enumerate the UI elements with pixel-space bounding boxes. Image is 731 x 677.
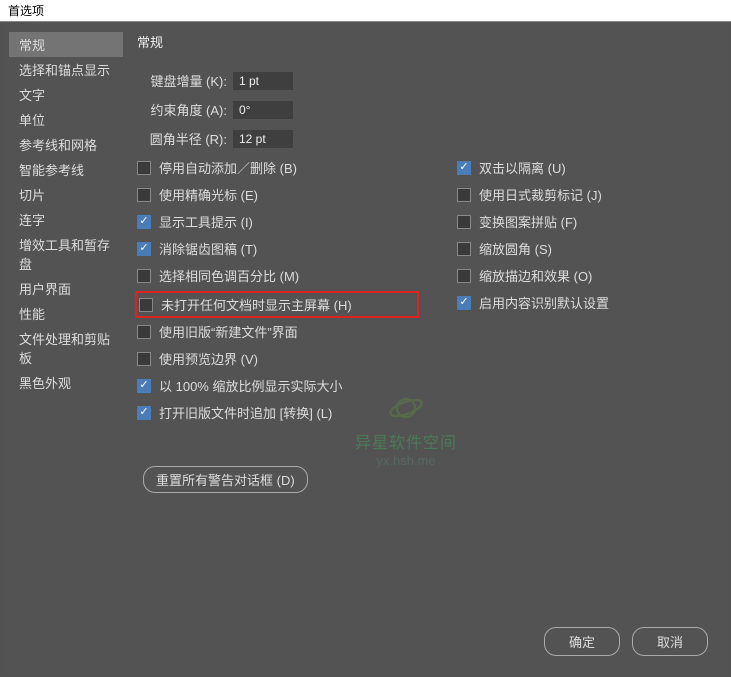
- field-label: 键盘增量 (K):: [137, 71, 233, 90]
- cancel-button[interactable]: 取消: [632, 627, 708, 656]
- checkbox-row[interactable]: 以 100% 缩放比例显示实际大小: [137, 376, 417, 395]
- checkbox-row[interactable]: 停用自动添加／删除 (B): [137, 158, 417, 177]
- checkbox-row[interactable]: 使用预览边界 (V): [137, 349, 417, 368]
- sidebar-item[interactable]: 单位: [9, 107, 123, 132]
- checkbox-row[interactable]: 打开旧版文件时追加 [转换] (L): [137, 403, 417, 422]
- checkbox-row[interactable]: 消除锯齿图稿 (T): [137, 239, 417, 258]
- checkbox-label: 选择相同色调百分比 (M): [159, 266, 299, 285]
- checkbox-row[interactable]: 使用旧版“新建文件”界面: [137, 322, 417, 341]
- checkbox-row[interactable]: 双击以隔离 (U): [457, 158, 708, 177]
- checkbox-label: 未打开任何文档时显示主屏幕 (H): [161, 295, 352, 314]
- sidebar-item[interactable]: 智能参考线: [9, 157, 123, 182]
- sidebar-item[interactable]: 增效工具和暂存盘: [9, 232, 123, 276]
- page-title: 常规: [137, 32, 708, 51]
- window-title: 首选项: [0, 0, 731, 22]
- checkbox-label: 启用内容识别默认设置: [479, 293, 609, 312]
- sidebar-item[interactable]: 文字: [9, 82, 123, 107]
- checkbox-label: 变换图案拼贴 (F): [479, 212, 577, 231]
- field-label: 圆角半径 (R):: [137, 129, 233, 148]
- checkbox-icon[interactable]: [457, 242, 471, 256]
- checkbox-row[interactable]: 缩放圆角 (S): [457, 239, 708, 258]
- ok-button[interactable]: 确定: [544, 627, 620, 656]
- sidebar-item[interactable]: 参考线和网格: [9, 132, 123, 157]
- sidebar-item[interactable]: 性能: [9, 301, 123, 326]
- content-pane: 常规 键盘增量 (K): 约束角度 (A): 圆角半径 (R): 停用自动添加／…: [123, 32, 728, 613]
- reset-warnings-button[interactable]: 重置所有警告对话框 (D): [143, 466, 308, 493]
- checkbox-label: 消除锯齿图稿 (T): [159, 239, 257, 258]
- checkbox-label: 双击以隔离 (U): [479, 158, 566, 177]
- checkbox-row[interactable]: 使用日式裁剪标记 (J): [457, 185, 708, 204]
- sidebar-item[interactable]: 切片: [9, 182, 123, 207]
- corner-radius-input[interactable]: [233, 130, 293, 148]
- checkbox-icon[interactable]: [457, 188, 471, 202]
- checkbox-row[interactable]: 选择相同色调百分比 (M): [137, 266, 417, 285]
- sidebar: 常规选择和锚点显示文字单位参考线和网格智能参考线切片连字增效工具和暂存盘用户界面…: [3, 32, 123, 613]
- field-constrain-angle: 约束角度 (A):: [137, 100, 708, 119]
- field-corner-radius: 圆角半径 (R):: [137, 129, 708, 148]
- keyboard-increment-input[interactable]: [233, 72, 293, 90]
- checkbox-label: 打开旧版文件时追加 [转换] (L): [159, 403, 332, 422]
- checkbox-label: 以 100% 缩放比例显示实际大小: [159, 376, 342, 395]
- checkbox-icon[interactable]: [457, 296, 471, 310]
- checkbox-label: 使用日式裁剪标记 (J): [479, 185, 602, 204]
- checkbox-icon[interactable]: [139, 298, 153, 312]
- checkbox-label: 显示工具提示 (I): [159, 212, 253, 231]
- preferences-dialog: 常规选择和锚点显示文字单位参考线和网格智能参考线切片连字增效工具和暂存盘用户界面…: [3, 22, 728, 674]
- main-area: 常规选择和锚点显示文字单位参考线和网格智能参考线切片连字增效工具和暂存盘用户界面…: [3, 22, 728, 613]
- checkbox-icon[interactable]: [137, 379, 151, 393]
- checkbox-icon[interactable]: [137, 406, 151, 420]
- checkbox-icon[interactable]: [457, 161, 471, 175]
- checkbox-icon[interactable]: [137, 188, 151, 202]
- checkbox-row[interactable]: 显示工具提示 (I): [137, 212, 417, 231]
- checkbox-columns: 停用自动添加／删除 (B) 使用精确光标 (E) 显示工具提示 (I) 消除锯齿图稿 …: [137, 158, 708, 430]
- sidebar-item[interactable]: 连字: [9, 207, 123, 232]
- checkbox-icon[interactable]: [137, 161, 151, 175]
- checkbox-label: 缩放描边和效果 (O): [479, 266, 592, 285]
- checkbox-row[interactable]: 使用精确光标 (E): [137, 185, 417, 204]
- sidebar-item[interactable]: 常规: [9, 32, 123, 57]
- field-keyboard-increment: 键盘增量 (K):: [137, 71, 708, 90]
- checkbox-label: 停用自动添加／删除 (B): [159, 158, 297, 177]
- checkbox-icon[interactable]: [137, 215, 151, 229]
- checkbox-label: 使用预览边界 (V): [159, 349, 258, 368]
- checkbox-label: 缩放圆角 (S): [479, 239, 552, 258]
- checkbox-icon[interactable]: [137, 325, 151, 339]
- checkbox-row[interactable]: 启用内容识别默认设置: [457, 293, 708, 312]
- checkbox-icon[interactable]: [137, 269, 151, 283]
- reset-row: 重置所有警告对话框 (D): [143, 466, 708, 493]
- field-label: 约束角度 (A):: [137, 100, 233, 119]
- sidebar-item[interactable]: 文件处理和剪贴板: [9, 326, 123, 370]
- sidebar-item[interactable]: 选择和锚点显示: [9, 57, 123, 82]
- dialog-footer: 确定 取消: [3, 613, 728, 674]
- checkbox-icon[interactable]: [457, 215, 471, 229]
- checkbox-row[interactable]: 缩放描边和效果 (O): [457, 266, 708, 285]
- constrain-angle-input[interactable]: [233, 101, 293, 119]
- checkbox-label: 使用旧版“新建文件”界面: [159, 322, 298, 341]
- sidebar-item[interactable]: 用户界面: [9, 276, 123, 301]
- checkbox-icon[interactable]: [137, 242, 151, 256]
- left-column: 停用自动添加／删除 (B) 使用精确光标 (E) 显示工具提示 (I) 消除锯齿图稿 …: [137, 158, 417, 430]
- checkbox-icon[interactable]: [137, 352, 151, 366]
- checkbox-row[interactable]: 变换图案拼贴 (F): [457, 212, 708, 231]
- sidebar-item[interactable]: 黑色外观: [9, 370, 123, 395]
- right-column: 双击以隔离 (U) 使用日式裁剪标记 (J) 变换图案拼贴 (F) 缩放圆角 (S) 缩…: [457, 158, 708, 430]
- checkbox-label: 使用精确光标 (E): [159, 185, 258, 204]
- checkbox-row[interactable]: 未打开任何文档时显示主屏幕 (H): [135, 291, 419, 318]
- checkbox-icon[interactable]: [457, 269, 471, 283]
